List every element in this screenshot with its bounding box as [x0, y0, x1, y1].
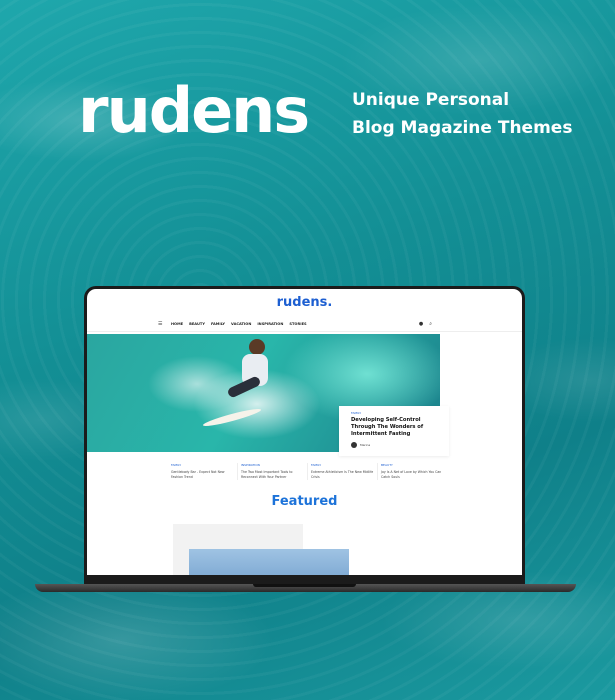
nav-item-family[interactable]: FAMILY	[211, 322, 225, 326]
list-item[interactable]: INSPIRATION The Two Most Important Tools…	[237, 463, 307, 480]
featured-heading: Featured	[271, 494, 338, 509]
surfboard-shape	[202, 406, 262, 429]
header-divider	[87, 331, 522, 332]
menu-icon[interactable]: ☰	[158, 321, 162, 327]
hero-post-card[interactable]: FAMILY Developing Self-Control Through T…	[339, 406, 449, 456]
surfer-head-shape	[249, 339, 265, 355]
list-item[interactable]: BEAUTY Joy Is A Net of Love by Which You…	[377, 463, 447, 480]
tagline-line-2: Blog Magazine Themes	[352, 118, 573, 138]
tagline-line-1: Unique Personal	[352, 90, 510, 110]
post-category[interactable]: FAMILY	[171, 463, 237, 467]
hero-post-author[interactable]: Marina	[360, 443, 370, 447]
hero-post-category[interactable]: FAMILY	[351, 411, 361, 415]
laptop-frame: rudens. ☰ HOME BEAUTY FAMILY VACATION IN…	[84, 286, 525, 588]
post-category[interactable]: FAMILY	[311, 463, 377, 467]
laptop-notch	[253, 584, 356, 587]
hero-post-title[interactable]: Developing Self-Control Through The Wond…	[351, 417, 443, 438]
list-item[interactable]: FAMILY Gentlebody Bar - Expect Not New F…	[171, 463, 237, 480]
post-title[interactable]: The Two Most Important Tools to Reconnec…	[241, 470, 307, 480]
list-item[interactable]: FAMILY Extreme Athleticism Is The New Mi…	[307, 463, 377, 480]
brand-logo: rudens	[78, 74, 310, 147]
post-category[interactable]: INSPIRATION	[241, 463, 307, 467]
post-title[interactable]: Extreme Athleticism Is The New Midlife C…	[311, 470, 377, 480]
post-title[interactable]: Joy Is A Net of Love by Which You Can Ca…	[381, 470, 447, 480]
site-nav: ☰ HOME BEAUTY FAMILY VACATION INSPIRATIO…	[158, 321, 307, 327]
featured-image[interactable]	[189, 549, 349, 575]
user-icon[interactable]: ●	[419, 321, 423, 327]
nav-item-beauty[interactable]: BEAUTY	[189, 322, 205, 326]
post-title[interactable]: Gentlebody Bar - Expect Not New Fashion …	[171, 470, 237, 480]
nav-item-stories[interactable]: STORIES	[289, 322, 306, 326]
site-logo[interactable]: rudens.	[87, 295, 522, 310]
nav-item-vacation[interactable]: VACATION	[231, 322, 251, 326]
tagline: Unique Personal Blog Magazine Themes	[352, 86, 572, 142]
author-avatar	[351, 442, 357, 448]
post-category[interactable]: BEAUTY	[381, 463, 447, 467]
nav-item-inspiration[interactable]: INSPIRATION	[257, 322, 283, 326]
laptop-screen: rudens. ☰ HOME BEAUTY FAMILY VACATION IN…	[87, 289, 522, 575]
nav-item-home[interactable]: HOME	[171, 322, 183, 326]
search-icon[interactable]: ⌕	[429, 321, 432, 327]
nav-actions: ● ⌕	[419, 321, 432, 327]
post-list: FAMILY Gentlebody Bar - Expect Not New F…	[171, 463, 447, 480]
